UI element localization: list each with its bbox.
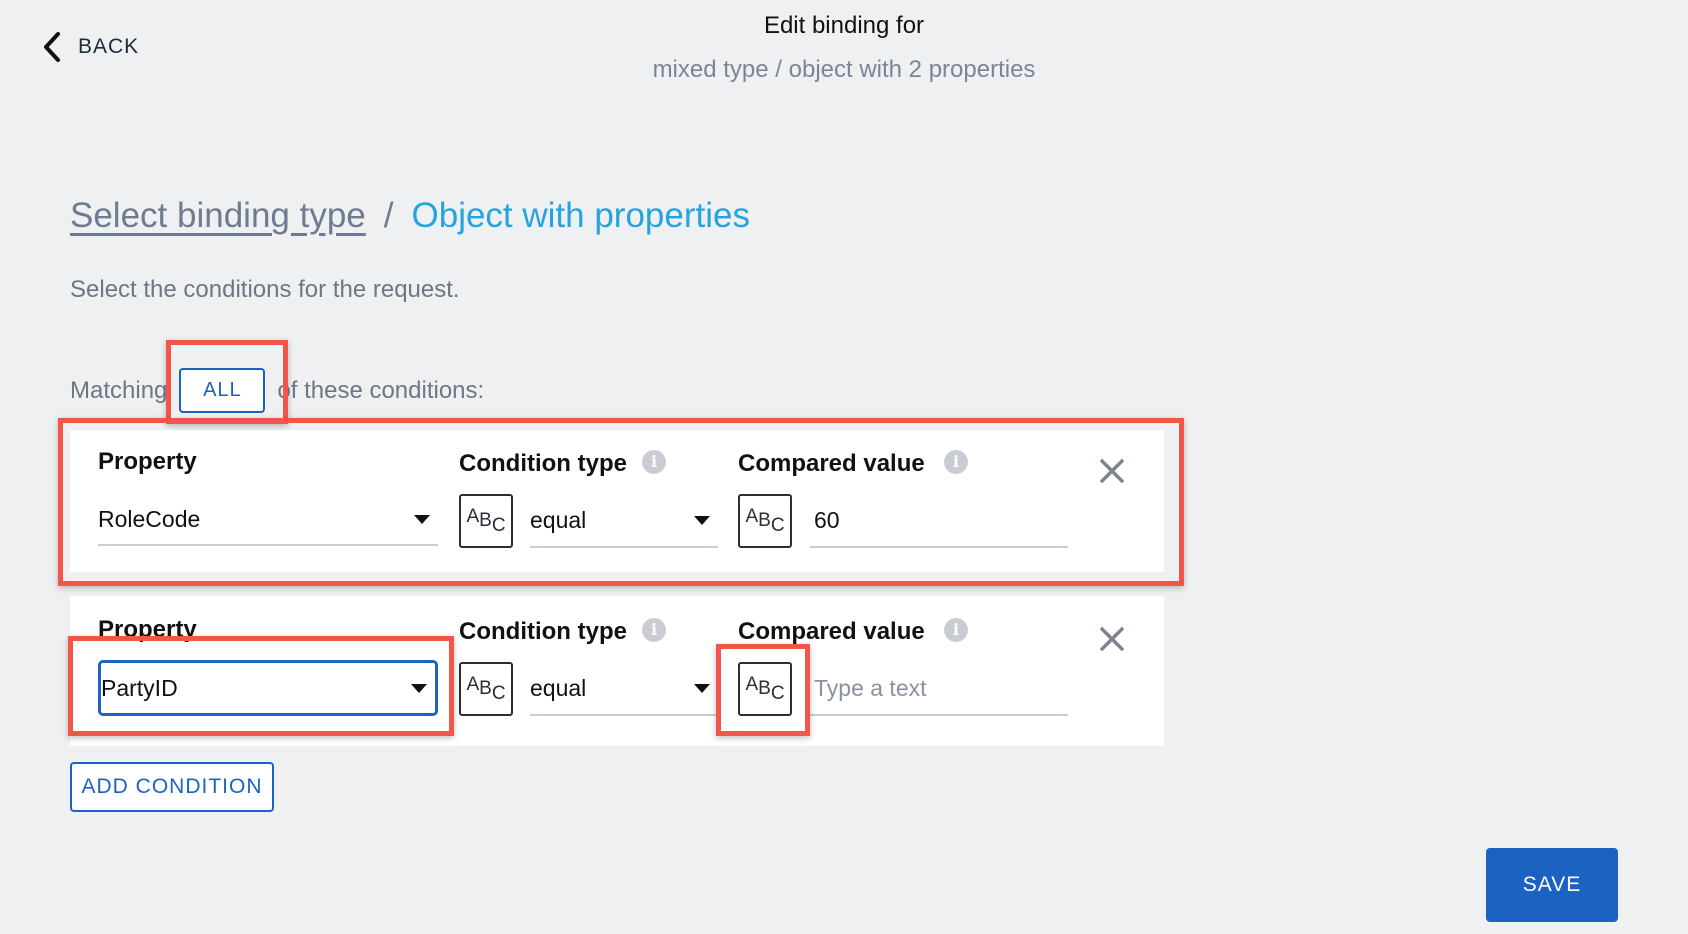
save-button[interactable]: SAVE <box>1486 848 1618 922</box>
breadcrumb-current: Object with properties <box>411 196 750 235</box>
info-icon[interactable]: i <box>642 618 666 642</box>
page-title: Edit binding for <box>763 12 925 39</box>
highlight-box <box>68 636 454 736</box>
matching-suffix: of these conditions: <box>277 376 485 404</box>
page-subtitle: mixed type / object with 2 properties <box>652 56 1036 83</box>
matching-prefix: Matching <box>70 376 168 404</box>
condition-type-value: equal <box>530 674 587 701</box>
condition-type-select[interactable]: equal <box>530 662 718 716</box>
add-condition-button[interactable]: ADD CONDITION <box>70 762 274 812</box>
breadcrumb-select-binding-type[interactable]: Select binding type <box>70 196 366 236</box>
highlight-box <box>716 644 810 736</box>
compared-value-input[interactable]: Type a text <box>810 662 1068 716</box>
caret-down-icon <box>694 683 710 693</box>
breadcrumb: Select binding type / Object with proper… <box>70 196 750 236</box>
highlight-box <box>166 340 288 424</box>
breadcrumb-separator: / <box>383 196 394 235</box>
highlight-box <box>58 418 1184 586</box>
text-type-icon[interactable]: ABC <box>459 662 513 716</box>
compared-value-label: Compared value <box>738 618 925 645</box>
compared-value-placeholder: Type a text <box>814 674 927 701</box>
conditions-description: Select the conditions for the request. <box>70 276 460 303</box>
close-icon[interactable] <box>1097 624 1127 654</box>
info-icon[interactable]: i <box>944 618 968 642</box>
condition-type-label: Condition type <box>459 618 627 645</box>
